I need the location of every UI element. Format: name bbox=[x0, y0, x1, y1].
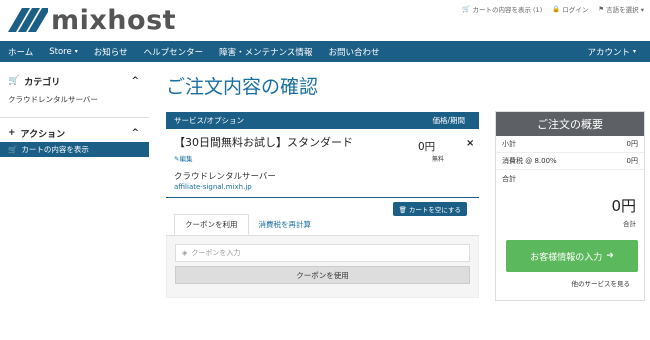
remove-item-button[interactable]: × bbox=[466, 138, 474, 149]
column-period: 価格/期間 bbox=[432, 116, 465, 125]
tag-icon: ◈ bbox=[182, 249, 188, 257]
language-select[interactable]: ⚑ 言語を選択 ▾ bbox=[598, 4, 644, 14]
tax-value: 0円 bbox=[626, 157, 638, 165]
sidebar-item-cloud-server[interactable]: クラウドレンタルサーバー bbox=[0, 90, 149, 111]
column-service: サービス/オプション bbox=[174, 116, 245, 125]
trash-icon: 🗑 bbox=[398, 206, 407, 214]
cart-item-product: クラウドレンタルサーバー bbox=[174, 172, 276, 182]
sidebar-item-view-cart[interactable]: 🛒 カートの内容を表示 bbox=[0, 142, 149, 157]
subtotal-value: 0円 bbox=[626, 140, 638, 148]
total-value: 0円 bbox=[611, 197, 636, 215]
cart-icon: 🛒 bbox=[8, 145, 18, 154]
cart-item-cycle: 無料 bbox=[432, 156, 445, 163]
logo-mark-icon bbox=[8, 8, 48, 32]
main-navbar: ホーム Store ▾ お知らせ ヘルプセンター 障害・メンテナンス情報 お問い合… bbox=[0, 41, 650, 62]
tab-coupon[interactable]: クーポンを利用 bbox=[174, 214, 249, 235]
total-label-row: 合計 bbox=[502, 174, 516, 183]
cart-item-price: 0円 bbox=[418, 141, 436, 153]
brand-logo[interactable]: mixhost bbox=[4, 2, 179, 38]
chevron-down-icon: ▾ bbox=[74, 48, 78, 55]
sidebar-category-header[interactable]: 🛒 カテゴリ ^ bbox=[0, 72, 149, 90]
total-sub-label: 合計 bbox=[623, 220, 636, 228]
checkout-button[interactable]: お客様情報の入力 ➜ bbox=[506, 240, 638, 272]
edit-link[interactable]: ✎編集 bbox=[174, 155, 192, 163]
nav-account[interactable]: アカウント ▾ bbox=[579, 46, 650, 58]
arrow-right-icon: ➜ bbox=[606, 251, 614, 261]
cart-icon: 🛒 bbox=[462, 5, 471, 13]
page-title: ご注文内容の確認 bbox=[166, 76, 319, 98]
cart-icon: 🛒 bbox=[8, 76, 20, 86]
sidebar-action-header[interactable]: + アクション ^ bbox=[0, 124, 149, 142]
brand-name: mixhost bbox=[51, 4, 177, 36]
nav-help-center[interactable]: ヘルプセンター bbox=[136, 46, 212, 58]
order-summary-title: ご注文の概要 bbox=[496, 112, 644, 136]
cart-table-header: サービス/オプション 価格/期間 bbox=[166, 112, 479, 129]
flag-icon: ⚑ bbox=[598, 5, 605, 13]
sidebar: 🛒 カテゴリ ^ クラウドレンタルサーバー + アクション ^ 🛒 カートの内容を表… bbox=[0, 72, 149, 157]
chevron-down-icon: ▾ bbox=[632, 48, 636, 55]
coupon-tabs: クーポンを利用 消費税を再計算 bbox=[166, 214, 479, 236]
tab-recalculate-tax[interactable]: 消費税を再計算 bbox=[249, 214, 322, 235]
nav-status[interactable]: 障害・メンテナンス情報 bbox=[211, 46, 320, 58]
login-link[interactable]: 🔒 ログイン bbox=[552, 4, 588, 14]
coupon-form: ◈ クーポンを入力 クーポンを使用 bbox=[166, 236, 479, 298]
cart-table: サービス/オプション 価格/期間 【30日間無料お試し】スタンダード ✎編集 ク… bbox=[166, 112, 479, 202]
coupon-input[interactable]: ◈ クーポンを入力 bbox=[175, 244, 470, 262]
plus-icon: + bbox=[8, 128, 16, 138]
cart-footer: 🗑 カートを空にする bbox=[166, 197, 479, 216]
continue-shopping-link[interactable]: 他のサービスを見る bbox=[496, 278, 644, 288]
lock-icon: 🔒 bbox=[552, 5, 561, 13]
subtotal-row: 小計 0円 bbox=[496, 136, 644, 153]
tax-row: 消費税 @ 8.00% 0円 bbox=[496, 153, 644, 170]
apply-coupon-button[interactable]: クーポンを使用 bbox=[175, 266, 470, 284]
nav-store[interactable]: Store ▾ bbox=[41, 47, 85, 57]
chevron-up-icon[interactable]: ^ bbox=[131, 76, 139, 86]
sidebar-divider bbox=[0, 117, 149, 118]
cart-item-name: 【30日間無料お試し】スタンダード ✎編集 bbox=[174, 136, 353, 163]
order-summary: ご注文の概要 小計 0円 消費税 @ 8.00% 0円 合計 0円 合計 お客様… bbox=[495, 111, 645, 301]
chevron-up-icon[interactable]: ^ bbox=[131, 128, 139, 138]
nav-contact[interactable]: お問い合わせ bbox=[320, 46, 387, 58]
coupon-panel: クーポンを利用 消費税を再計算 ◈ クーポンを入力 クーポンを使用 bbox=[166, 214, 479, 298]
nav-announcements[interactable]: お知らせ bbox=[86, 46, 136, 58]
nav-home[interactable]: ホーム bbox=[0, 46, 41, 58]
top-links: 🛒 カートの内容を表示 (1) 🔒 ログイン ⚑ 言語を選択 ▾ bbox=[462, 4, 644, 14]
view-cart-link[interactable]: 🛒 カートの内容を表示 (1) bbox=[462, 4, 542, 14]
cart-item-domain: affiliate-signal.mixh.jp bbox=[174, 183, 252, 191]
